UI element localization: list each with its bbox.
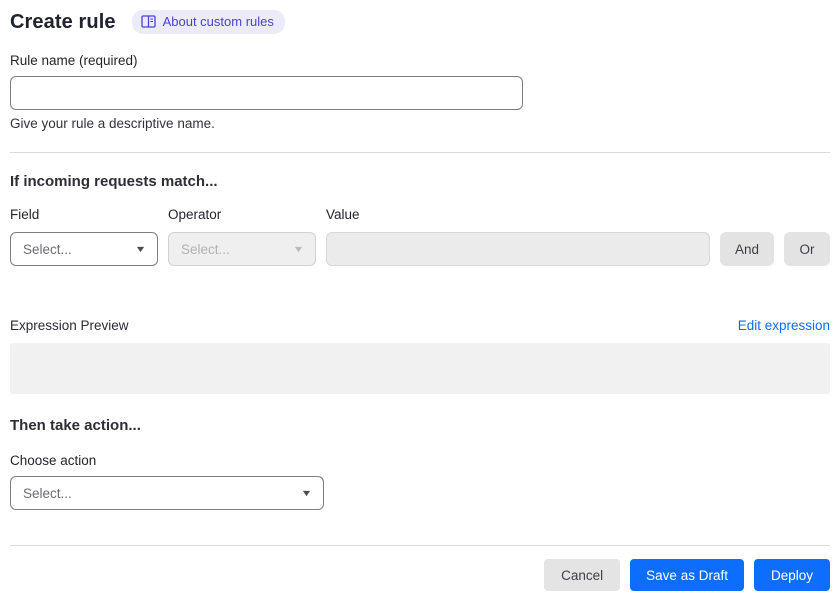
operator-select[interactable]: Select... ▼ (168, 232, 316, 266)
footer-actions: Cancel Save as Draft Deploy (10, 559, 830, 591)
chevron-down-icon: ▼ (300, 488, 313, 498)
expression-preview-box (10, 343, 830, 394)
operator-label: Operator (168, 207, 222, 222)
match-condition-row: Field Select... ▼ Operator Select... ▼ V… (10, 207, 830, 266)
choose-action-label: Choose action (10, 453, 97, 468)
about-custom-rules-badge[interactable]: About custom rules (131, 10, 285, 34)
edit-expression-link[interactable]: Edit expression (738, 318, 830, 333)
value-input[interactable] (326, 232, 710, 266)
page-header: Create rule About custom rules (10, 10, 830, 34)
rule-name-helper: Give your rule a descriptive name. (10, 116, 215, 131)
create-rule-page: Create rule About custom rules Rule name… (0, 0, 839, 597)
value-label: Value (326, 207, 360, 222)
cancel-button[interactable]: Cancel (544, 559, 621, 591)
rule-name-label: Rule name (required) (10, 53, 138, 68)
chevron-down-icon: ▼ (134, 244, 147, 254)
deploy-button[interactable]: Deploy (753, 559, 830, 591)
expression-preview-header: Expression Preview Edit expression (10, 318, 830, 333)
or-button[interactable]: Or (784, 232, 830, 266)
page-title: Create rule (10, 10, 116, 33)
choose-action-select[interactable]: Select... ▼ (10, 476, 324, 510)
expression-preview-label: Expression Preview (10, 318, 129, 333)
book-open-icon (140, 15, 156, 28)
match-section-heading: If incoming requests match... (10, 173, 218, 190)
save-as-draft-button[interactable]: Save as Draft (630, 559, 744, 591)
choose-action-value: Select... (23, 485, 72, 501)
field-label: Field (10, 207, 40, 222)
about-badge-label: About custom rules (162, 14, 274, 29)
action-section-heading: Then take action... (10, 417, 141, 434)
field-select[interactable]: Select... ▼ (10, 232, 158, 266)
section-divider-bottom (10, 545, 830, 546)
operator-select-value: Select... (181, 241, 230, 257)
section-divider-top (10, 152, 830, 153)
chevron-down-icon: ▼ (292, 244, 305, 254)
and-button[interactable]: And (720, 232, 774, 266)
rule-name-input[interactable] (10, 76, 523, 110)
field-select-value: Select... (23, 241, 72, 257)
